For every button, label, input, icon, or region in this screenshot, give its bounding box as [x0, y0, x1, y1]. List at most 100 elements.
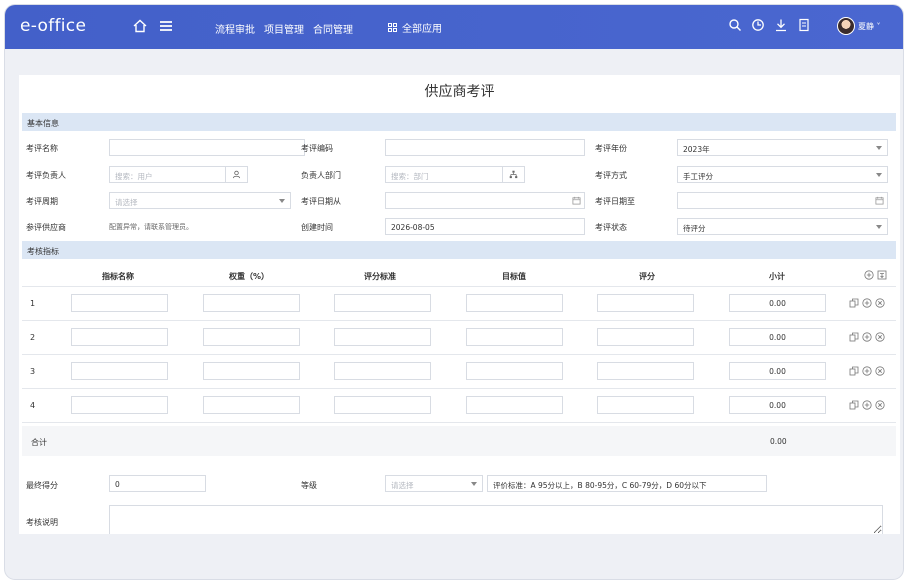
evaluation-owner-label: 考评负责人 — [26, 171, 66, 180]
copy-icon[interactable] — [849, 366, 859, 376]
copy-icon[interactable] — [849, 298, 859, 308]
remove-circle-icon[interactable] — [875, 332, 885, 342]
weight-input[interactable] — [203, 294, 300, 312]
evaluation-method-label: 考评方式 — [595, 171, 627, 180]
grid-icon — [388, 23, 397, 32]
col-subtotal: 小计 — [769, 272, 785, 281]
evaluation-owner-placeholder: 搜索：用户 — [115, 172, 153, 181]
config-error-hint: 配置异常，请联系管理员。 — [109, 223, 193, 231]
remove-circle-icon[interactable] — [875, 366, 885, 376]
remove-circle-icon[interactable] — [875, 298, 885, 308]
weight-input[interactable] — [203, 328, 300, 346]
add-circle-icon[interactable] — [862, 332, 872, 342]
indicator-name-input[interactable] — [71, 328, 168, 346]
chevron-down-icon — [274, 193, 290, 208]
evaluation-status-select[interactable]: 待评分 — [677, 218, 888, 235]
evaluation-code-input[interactable] — [385, 139, 585, 156]
table-row: 1 0.00 — [22, 287, 896, 321]
user-name[interactable]: 夏静 ˅ — [858, 21, 881, 32]
weight-input[interactable] — [203, 362, 300, 380]
date-to-label: 考评日期至 — [595, 197, 635, 206]
copy-icon[interactable] — [849, 332, 859, 342]
nav-projects[interactable]: 项目管理 — [264, 21, 304, 36]
final-score-input[interactable]: 0 — [109, 475, 206, 492]
evaluation-method-value: 手工评分 — [683, 172, 713, 181]
evaluation-period-select[interactable]: 请选择 — [109, 192, 291, 209]
evaluation-method-select[interactable]: 手工评分 — [677, 166, 888, 183]
org-tree-icon[interactable] — [502, 167, 524, 182]
col-weight: 权重（%） — [229, 272, 270, 281]
grade-placeholder: 请选择 — [391, 481, 414, 490]
subtotal-field[interactable]: 0.00 — [729, 328, 826, 346]
indicator-name-input[interactable] — [71, 396, 168, 414]
user-icon[interactable] — [225, 167, 247, 182]
indicator-name-input[interactable] — [71, 294, 168, 312]
main-nav: 流程审批 项目管理 合同管理 — [215, 21, 353, 36]
date-from-input[interactable] — [385, 192, 585, 209]
home-icon[interactable] — [132, 18, 148, 34]
user-avatar[interactable] — [837, 17, 855, 35]
owner-department-input[interactable]: 搜索：部门 — [385, 166, 525, 183]
top-navigation-bar: e-office 流程审批 项目管理 合同管理 全部应用 夏静 ˅ — [5, 5, 903, 49]
grade-select[interactable]: 请选择 — [385, 475, 483, 492]
score-input[interactable] — [597, 328, 694, 346]
evaluation-period-label: 考评周期 — [26, 197, 58, 206]
subtotal-field[interactable]: 0.00 — [729, 362, 826, 380]
calendar-icon[interactable] — [871, 193, 887, 208]
remark-label: 考核说明 — [26, 518, 58, 527]
target-value-input[interactable] — [466, 328, 563, 346]
evaluation-name-label: 考评名称 — [26, 144, 58, 153]
weight-input[interactable] — [203, 396, 300, 414]
add-circle-icon[interactable] — [862, 366, 872, 376]
row-number: 4 — [30, 401, 36, 410]
nav-workflow[interactable]: 流程审批 — [215, 21, 255, 36]
score-input[interactable] — [597, 362, 694, 380]
basic-info-section: 基本信息 — [22, 113, 896, 131]
created-time-input[interactable]: 2026-08-05 — [385, 218, 585, 235]
row-actions — [849, 400, 885, 410]
search-icon[interactable] — [728, 18, 742, 32]
menu-icon[interactable] — [158, 18, 174, 34]
evaluation-period-placeholder: 请选择 — [115, 198, 138, 207]
score-input[interactable] — [597, 294, 694, 312]
scoring-standard-input[interactable] — [334, 294, 431, 312]
scoring-standard-input[interactable] — [334, 396, 431, 414]
add-circle-icon[interactable] — [862, 400, 872, 410]
remark-textarea[interactable] — [109, 505, 883, 534]
evaluation-owner-input[interactable]: 搜索：用户 — [109, 166, 248, 183]
indicator-name-input[interactable] — [71, 362, 168, 380]
scoring-standard-input[interactable] — [334, 362, 431, 380]
total-value: 0.00 — [770, 437, 787, 446]
table-row: 4 0.00 — [22, 389, 896, 423]
target-value-input[interactable] — [466, 396, 563, 414]
app-logo[interactable]: e-office — [20, 16, 86, 36]
add-row-icon[interactable] — [864, 270, 874, 280]
remove-circle-icon[interactable] — [875, 400, 885, 410]
evaluation-name-input[interactable] — [109, 139, 305, 156]
date-to-input[interactable] — [677, 192, 888, 209]
import-icon[interactable] — [877, 270, 887, 280]
all-apps-button[interactable]: 全部应用 — [388, 20, 442, 35]
calendar-icon[interactable] — [568, 193, 584, 208]
target-value-input[interactable] — [466, 294, 563, 312]
scoring-standard-input[interactable] — [334, 328, 431, 346]
grade-standard-note: 评价标准：A 95分以上，B 80-95分，C 60-79分，D 60分以下 — [487, 475, 767, 492]
date-from-label: 考评日期从 — [301, 197, 341, 206]
subtotal-field[interactable]: 0.00 — [729, 294, 826, 312]
document-icon[interactable] — [797, 18, 811, 32]
subtotal-field[interactable]: 0.00 — [729, 396, 826, 414]
evaluation-year-select[interactable]: 2023年 — [677, 139, 888, 156]
nav-contracts[interactable]: 合同管理 — [313, 21, 353, 36]
history-icon[interactable] — [751, 18, 765, 32]
target-value-input[interactable] — [466, 362, 563, 380]
add-circle-icon[interactable] — [862, 298, 872, 308]
copy-icon[interactable] — [849, 400, 859, 410]
evaluation-year-label: 考评年份 — [595, 144, 627, 153]
indicators-section: 考核指标 — [22, 241, 896, 259]
header-tools — [728, 18, 811, 32]
supplier-evaluation-form: 供应商考评 基本信息 考评名称 考评编码 考评年份 2023年 考评负责人 搜索… — [19, 75, 900, 534]
download-icon[interactable] — [774, 18, 788, 32]
score-input[interactable] — [597, 396, 694, 414]
col-target-value: 目标值 — [502, 272, 526, 281]
col-scoring-standard: 评分标准 — [364, 272, 396, 281]
